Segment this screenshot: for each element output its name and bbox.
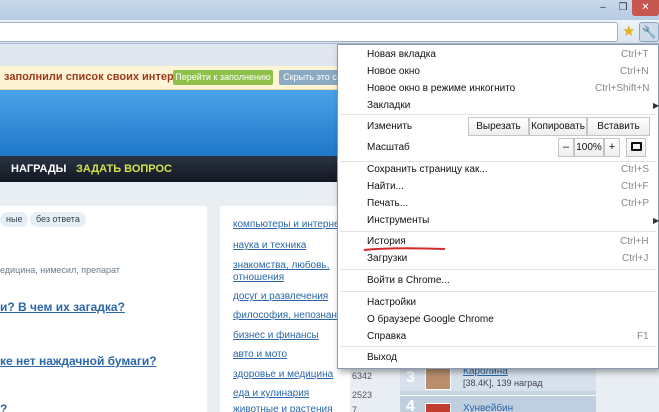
copy-button[interactable]: Копировать xyxy=(529,117,587,136)
menu-zoom: Масштаб xyxy=(367,142,410,153)
category-link[interactable]: еда и кулинария xyxy=(233,388,309,399)
fullscreen-icon xyxy=(630,142,642,151)
wrench-icon[interactable]: 🔧 xyxy=(639,22,659,42)
category-link[interactable]: авто и мото xyxy=(233,349,287,360)
menu-print[interactable]: Печать... xyxy=(367,198,408,209)
shortcut-find: Ctrl+F xyxy=(621,181,649,192)
zoom-level: 100% xyxy=(574,138,604,157)
category-link[interactable]: досуг и развлечения xyxy=(233,291,328,302)
filter-tag-unanswered[interactable]: без ответа xyxy=(30,212,86,227)
shortcut-save-page: Ctrl+S xyxy=(621,164,650,175)
paste-button[interactable]: Вставить xyxy=(587,117,650,136)
category-link[interactable]: отношения xyxy=(233,272,284,283)
title-bar: – ❐ ✕ xyxy=(0,0,659,20)
notice-text: заполнили список своих интересов xyxy=(4,71,200,83)
fill-interests-button[interactable]: Перейти к заполнению xyxy=(173,70,273,85)
menu-new-tab[interactable]: Новая вкладка xyxy=(367,49,436,60)
question-link[interactable]: и? В чем их загадка? xyxy=(0,300,125,314)
menu-find[interactable]: Найти... xyxy=(367,181,404,192)
user-rank: 3 xyxy=(406,369,415,386)
submenu-arrow-icon: ▶ xyxy=(653,101,659,110)
menu-separator xyxy=(340,269,656,270)
filter-tag[interactable]: ные xyxy=(0,212,29,227)
avatar[interactable] xyxy=(425,403,451,412)
category-link[interactable]: философия, непознанн xyxy=(233,310,342,321)
menu-new-window[interactable]: Новое окно xyxy=(367,66,420,77)
shortcut-downloads: Ctrl+J xyxy=(622,253,649,264)
menu-signin[interactable]: Войти в Chrome... xyxy=(367,275,450,286)
user-name-link[interactable]: Хунвейбин xyxy=(463,403,513,412)
menu-separator xyxy=(340,231,656,232)
user-stats: [38.4K], 139 наград xyxy=(463,378,543,388)
question-tags: едицина, нимесил, препарат xyxy=(0,265,120,275)
category-link[interactable]: компьютеры и интерне xyxy=(233,219,340,230)
minimize-button[interactable]: – xyxy=(592,0,614,16)
menu-edit: Изменить xyxy=(367,121,413,132)
user-rank: 4 xyxy=(406,398,415,412)
menu-separator xyxy=(340,161,656,162)
avatar[interactable] xyxy=(425,366,451,390)
menu-separator xyxy=(340,291,656,292)
submenu-arrow-icon: ▶ xyxy=(653,216,659,225)
menu-downloads[interactable]: Загрузки xyxy=(367,253,407,264)
menu-tools[interactable]: Инструменты xyxy=(367,215,429,226)
zoom-in-button[interactable]: + xyxy=(604,138,620,157)
menu-exit[interactable]: Выход xyxy=(367,352,397,363)
category-count: 6342 xyxy=(352,371,373,381)
question-link[interactable]: ? xyxy=(0,402,7,412)
menu-history[interactable]: История xyxy=(367,236,406,247)
category-count: 2523 xyxy=(352,390,373,400)
zoom-out-button[interactable]: – xyxy=(558,138,574,157)
annotation-underline xyxy=(363,247,446,251)
menu-settings[interactable]: Настройки xyxy=(367,297,416,308)
fullscreen-button[interactable] xyxy=(626,138,646,157)
address-bar[interactable] xyxy=(0,22,618,42)
shortcut-print: Ctrl+P xyxy=(621,198,650,209)
menu-about[interactable]: О браузере Google Chrome xyxy=(367,314,494,325)
category-link[interactable]: животные и растения xyxy=(233,404,333,412)
category-link[interactable]: бизнес и финансы xyxy=(233,330,319,341)
shortcut-incognito: Ctrl+Shift+N xyxy=(595,83,650,94)
close-button[interactable]: ✕ xyxy=(632,0,659,16)
question-link[interactable]: ке нет наждачной бумаги? xyxy=(0,354,157,368)
nav-awards[interactable]: НАГРАДЫ xyxy=(11,163,66,175)
star-icon[interactable]: ★ xyxy=(622,23,635,41)
menu-bookmarks[interactable]: Закладки xyxy=(367,100,410,111)
menu-incognito[interactable]: Новое окно в режиме инкогнито xyxy=(367,83,515,94)
menu-save-page[interactable]: Сохранить страницу как... xyxy=(367,164,488,175)
shortcut-new-tab: Ctrl+T xyxy=(621,49,649,60)
category-link[interactable]: знакомства, любовь, xyxy=(233,260,329,271)
shortcut-new-window: Ctrl+N xyxy=(620,66,649,77)
menu-separator xyxy=(340,114,656,115)
restore-button[interactable]: ❐ xyxy=(612,0,634,16)
menu-separator xyxy=(340,346,656,347)
category-link[interactable]: здоровье и медицина xyxy=(233,369,333,380)
category-link[interactable]: наука и техника xyxy=(233,240,306,251)
menu-help[interactable]: Справка xyxy=(367,331,406,342)
hide-notice-button[interactable]: Скрыть это с xyxy=(279,70,341,85)
categories-panel xyxy=(220,206,350,412)
browser-toolbar: ★ 🔧 xyxy=(0,20,659,44)
category-count: 7 xyxy=(352,405,358,412)
cut-button[interactable]: Вырезать xyxy=(468,117,529,136)
shortcut-help: F1 xyxy=(637,331,649,342)
shortcut-history: Ctrl+H xyxy=(620,236,649,247)
nav-ask-question[interactable]: ЗАДАТЬ ВОПРОС xyxy=(76,163,172,175)
